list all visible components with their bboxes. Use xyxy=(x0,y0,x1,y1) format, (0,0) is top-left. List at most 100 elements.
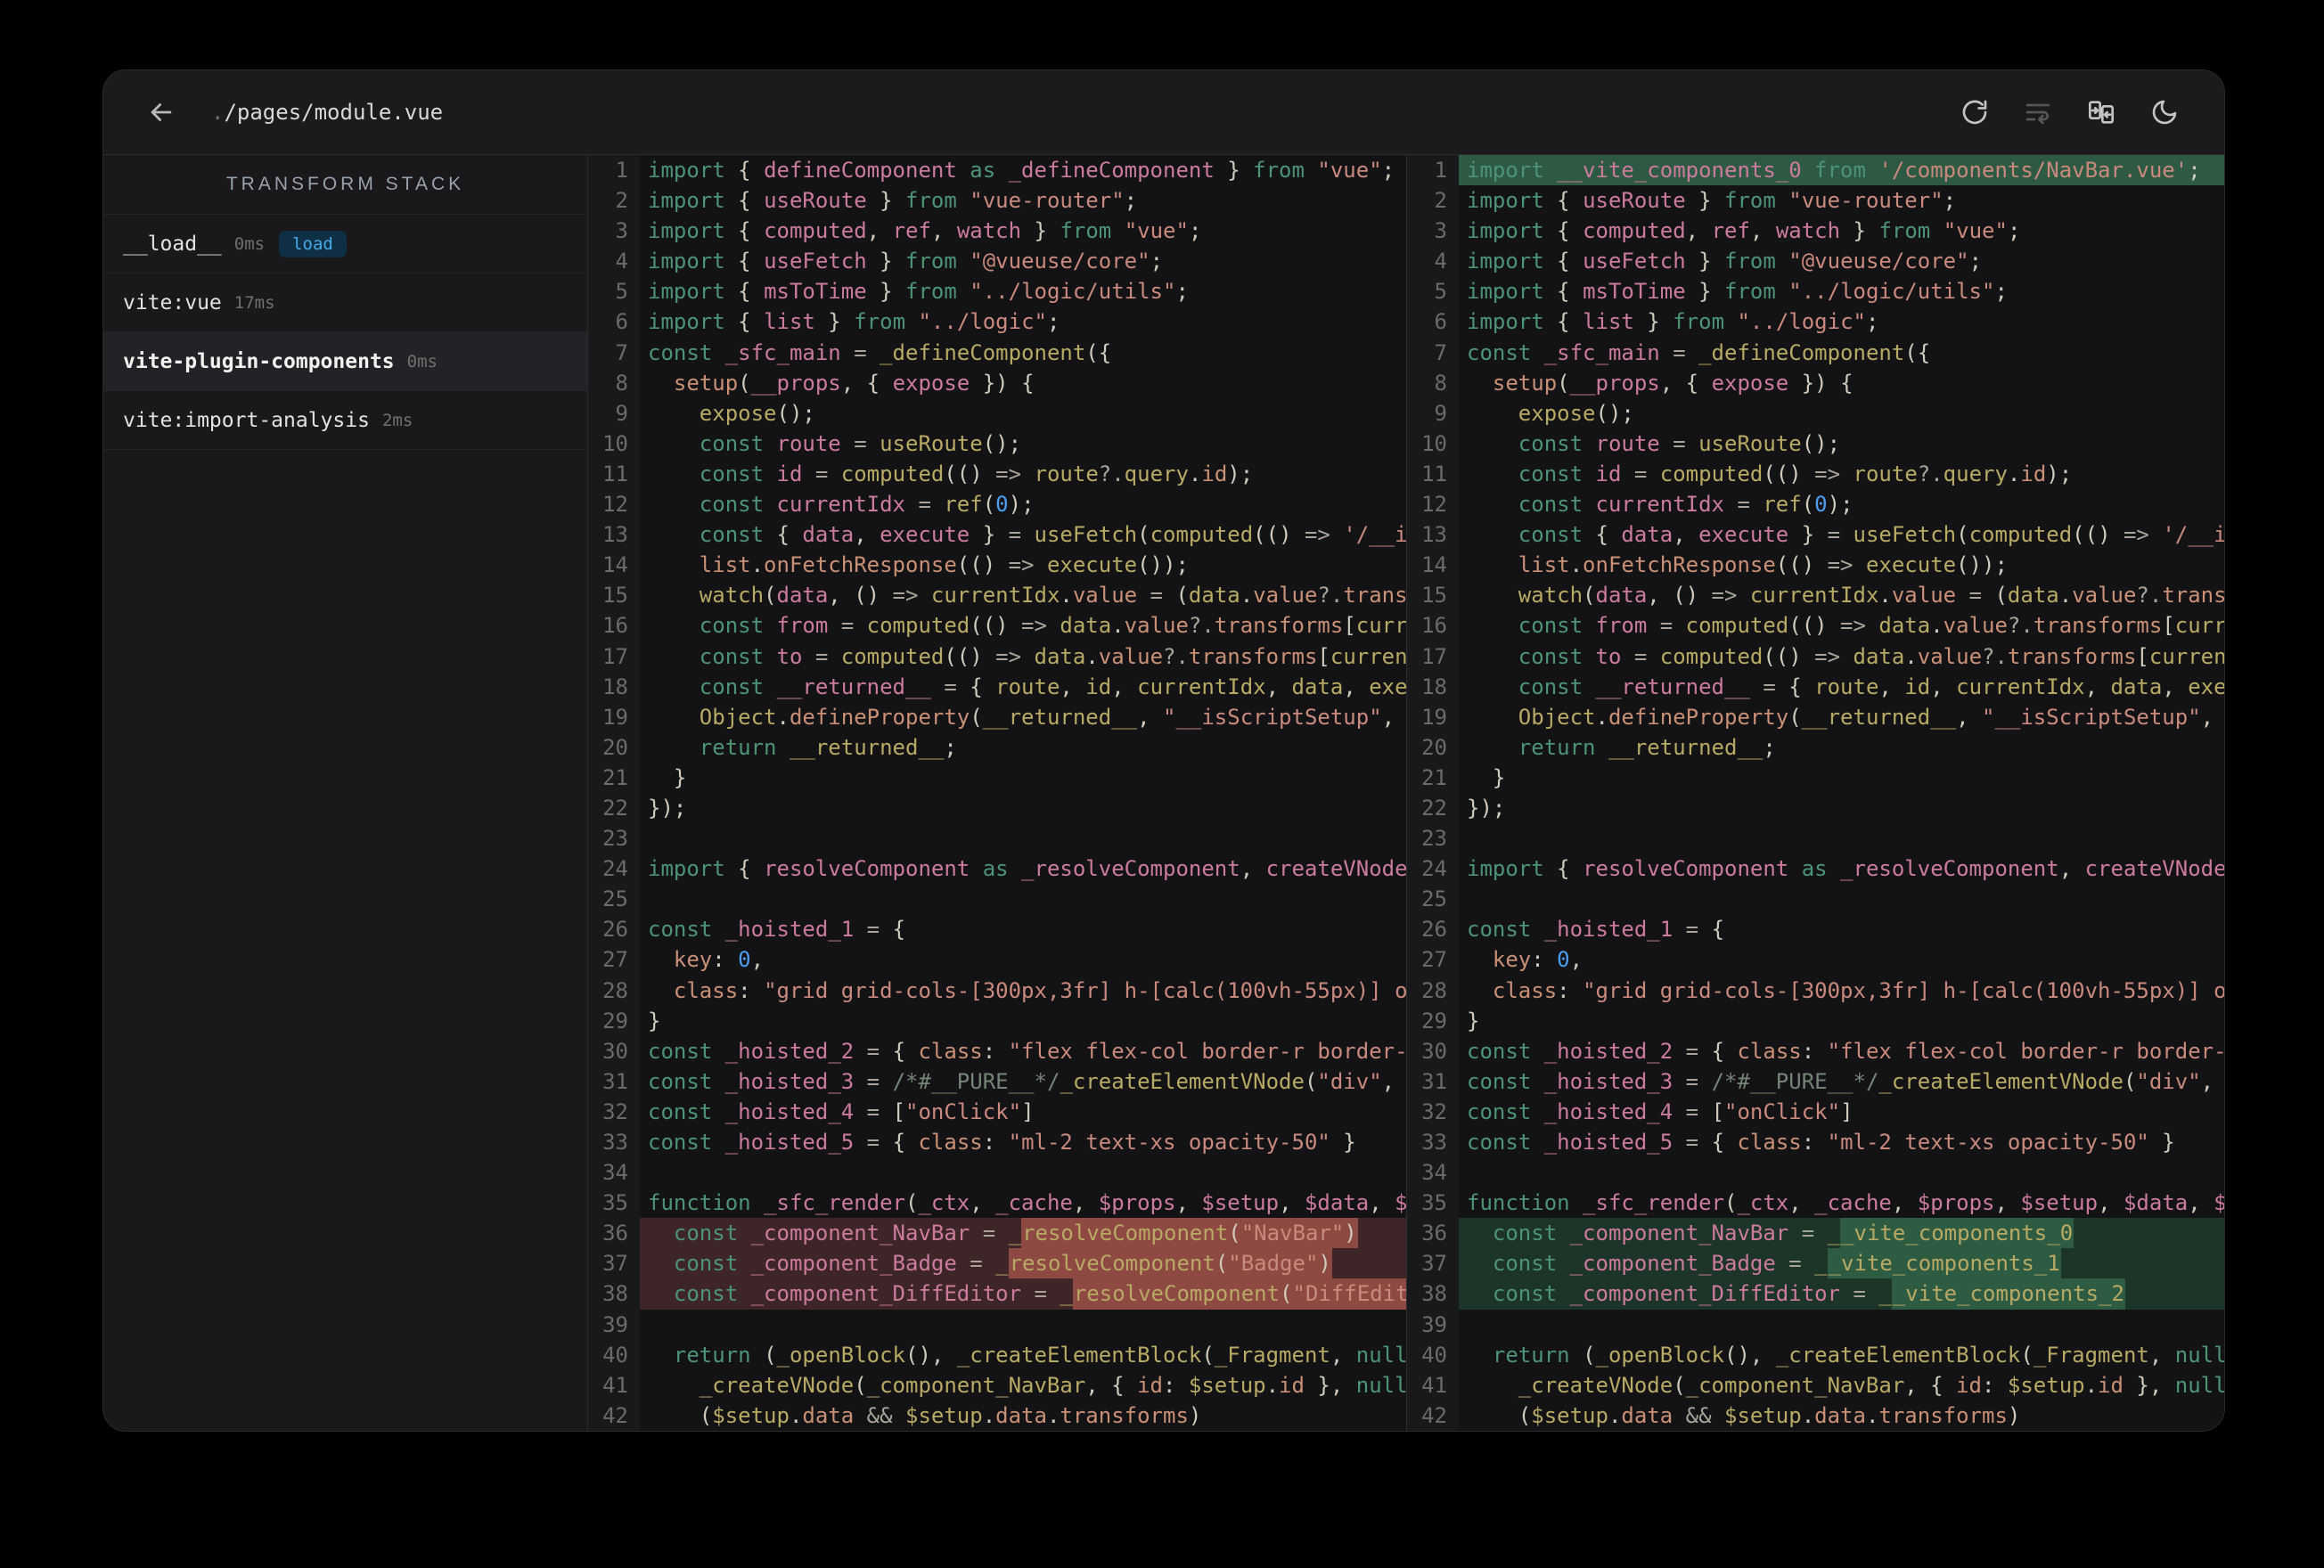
code-text: Object.defineProperty(__returned__, "__i… xyxy=(699,704,1395,730)
top-bar: ./pages/module.vue xyxy=(103,70,2224,155)
code-text: const _hoisted_2 = { class: "flex flex-c… xyxy=(1467,1038,2224,1064)
line-number: 41 xyxy=(588,1369,640,1401)
line-wrap-button[interactable] xyxy=(2023,97,2053,127)
code-line: 6 import { list } from "../logic"; xyxy=(588,306,1406,338)
back-arrow-icon xyxy=(151,103,172,121)
sidebar-item--load-[interactable]: __load__ 0ms load xyxy=(103,215,587,274)
code-line: 31 const _hoisted_3 = /*#__PURE__*/_creat… xyxy=(588,1066,1406,1097)
code-text: list.onFetchResponse(() => execute()); xyxy=(1518,552,2008,578)
code-line: 2 import { useRoute } from "vue-router"; xyxy=(588,185,1406,216)
code-text: } xyxy=(673,764,687,790)
refresh-button[interactable] xyxy=(1960,97,1990,127)
sidebar-item-vite-plugin-components[interactable]: vite-plugin-components 0ms xyxy=(103,332,587,391)
panel-left[interactable]: 1 import { defineComponent as _defineComp… xyxy=(588,155,1406,1431)
sidebar-list: __load__ 0ms load vite:vue 17ms vite-plugin-c… xyxy=(103,215,587,450)
line-number: 16 xyxy=(1407,610,1459,641)
line-number: 41 xyxy=(1407,1369,1459,1401)
line-number: 10 xyxy=(1407,428,1459,459)
code-text: import { list } from "../logic"; xyxy=(1467,309,1879,335)
compare-panels-button[interactable] xyxy=(2086,97,2116,127)
line-number: 24 xyxy=(1407,853,1459,885)
line-number: 21 xyxy=(588,762,640,793)
code-text: return __returned__; xyxy=(699,734,957,760)
code-line: 39 xyxy=(1407,1309,2224,1340)
line-number: 15 xyxy=(1407,580,1459,611)
code-line: 1 import { defineComponent as _defineComp… xyxy=(588,155,1406,186)
line-number: 26 xyxy=(588,914,640,945)
code-line: 8 setup(__props, { expose }) { xyxy=(588,367,1406,398)
code-line: 36 const _component_NavBar = __vite_comp… xyxy=(1407,1218,2224,1249)
code-line: 4 import { useFetch } from "@vueuse/core"… xyxy=(588,246,1406,277)
code-text: import { msToTime } from "../logic/utils… xyxy=(1467,279,2008,305)
load-badge: load xyxy=(279,230,347,257)
line-number: 12 xyxy=(1407,489,1459,520)
code-line: 32 const _hoisted_4 = ["onClick"] xyxy=(1407,1096,2224,1127)
code-text: const _sfc_main = _defineComponent({ xyxy=(1467,339,1931,365)
code-text: import { useFetch } from "@vueuse/core"; xyxy=(1467,249,1983,274)
line-number: 25 xyxy=(588,884,640,915)
code-text: import { computed, ref, watch } from "vu… xyxy=(1467,218,2021,244)
line-number: 5 xyxy=(588,276,640,307)
line-number: 28 xyxy=(588,975,640,1006)
diff-token-highlight: resolveComponent("DiffEditor") xyxy=(1072,1278,1406,1310)
code-text: class: "grid grid-cols-[300px,3fr] h-[ca… xyxy=(673,977,1406,1003)
code-text: const id = computed(() => route?.query.i… xyxy=(1518,461,2073,486)
line-number: 30 xyxy=(1407,1035,1459,1066)
moon-icon xyxy=(2152,100,2177,125)
line-number: 18 xyxy=(1407,671,1459,702)
line-number: 33 xyxy=(1407,1127,1459,1158)
sidebar-item-vite-vue[interactable]: vite:vue 17ms xyxy=(103,274,587,332)
code-line: 13 const { data, execute } = useFetch(co… xyxy=(588,519,1406,551)
code-line: 21 } xyxy=(1407,762,2224,793)
line-number: 3 xyxy=(1407,216,1459,247)
dark-mode-toggle[interactable] xyxy=(2149,97,2180,127)
code-line: 42 ($setup.data && $setup.data.transform… xyxy=(588,1400,1406,1431)
code-text: ($setup.data && $setup.data.transforms) xyxy=(699,1402,1202,1428)
code-text: return (_openBlock(), _createElementBloc… xyxy=(673,1342,1406,1368)
topbar-actions xyxy=(1960,97,2180,127)
code-line: 37 const _component_Badge = _resolveComp… xyxy=(588,1248,1406,1279)
line-number: 25 xyxy=(1407,884,1459,915)
code-text: setup(__props, { expose }) { xyxy=(673,370,1035,396)
code-line: 16 const from = computed(() => data.valu… xyxy=(588,610,1406,641)
code-text: const _hoisted_5 = { class: "ml-2 text-x… xyxy=(1467,1130,2175,1155)
code-line: 5 import { msToTime } from "../logic/util… xyxy=(588,276,1406,307)
line-number: 22 xyxy=(1407,792,1459,824)
code-line: 29} xyxy=(1407,1005,2224,1036)
code-text: return (_openBlock(), _createElementBloc… xyxy=(1492,1342,2224,1368)
line-number: 2 xyxy=(1407,185,1459,216)
code-line: 24 import { resolveComponent as _resolveC… xyxy=(588,853,1406,885)
line-number: 19 xyxy=(588,701,640,732)
diff-token-highlight: _vite_components_2 xyxy=(1891,1278,2125,1310)
code-line: 17 const to = computed(() => data.value?… xyxy=(588,641,1406,672)
line-number: 32 xyxy=(588,1096,640,1127)
back-button[interactable] xyxy=(143,94,179,130)
line-number: 13 xyxy=(1407,519,1459,551)
code-line: 10 const route = useRoute(); xyxy=(1407,428,2224,459)
code-text: const _hoisted_4 = ["onClick"] xyxy=(648,1098,1035,1124)
code-text: import __vite_components_0 from '/compon… xyxy=(1459,155,2224,186)
code-text: const from = computed(() => data.value?.… xyxy=(699,613,1406,639)
code-text: } xyxy=(648,1008,661,1033)
sidebar-item-vite-import-analysis[interactable]: vite:import-analysis 2ms xyxy=(103,391,587,450)
compare-panels-icon xyxy=(2089,101,2114,124)
code-line: 34 xyxy=(1407,1157,2224,1188)
code-line: 41 _createVNode(_component_NavBar, { id:… xyxy=(588,1369,1406,1401)
code-line: 21 } xyxy=(588,762,1406,793)
title-path: /pages/module.vue xyxy=(224,100,444,125)
code-text: const _hoisted_3 = /*#__PURE__*/_createE… xyxy=(648,1068,1406,1094)
code-text: const route = useRoute(); xyxy=(699,430,1022,456)
refresh-icon xyxy=(1962,100,1987,125)
line-number: 13 xyxy=(588,519,640,551)
code-text: const currentIdx = ref(0); xyxy=(699,492,1035,518)
plugin-name: vite:vue xyxy=(123,290,222,314)
panel-right[interactable]: 1 import __vite_components_0 from '/compo… xyxy=(1406,155,2224,1431)
code-text: ($setup.data && $setup.data.transforms) xyxy=(1518,1402,2021,1428)
code-right: 1 import __vite_components_0 from '/compo… xyxy=(1407,155,2224,1431)
code-line: 25 xyxy=(588,884,1406,915)
line-number: 21 xyxy=(1407,762,1459,793)
